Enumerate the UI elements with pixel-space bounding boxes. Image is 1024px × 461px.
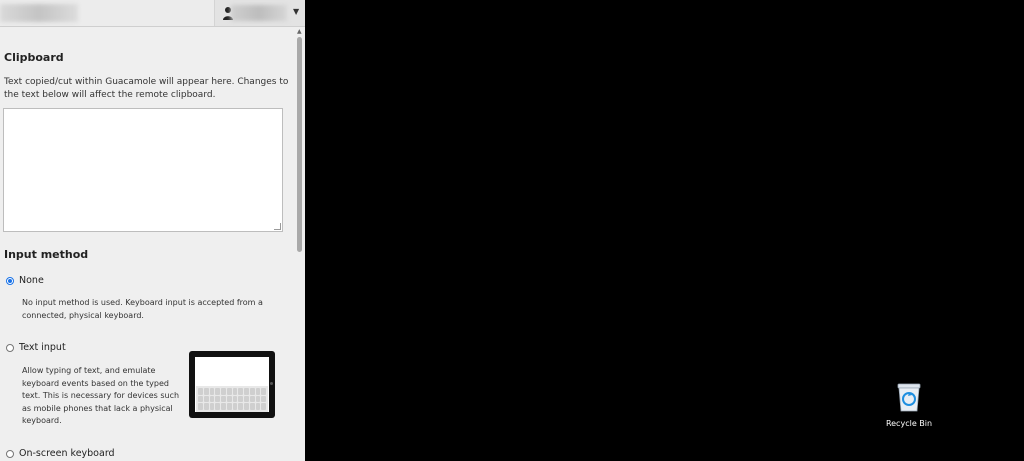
guacamole-menu: ▼ Clipboard Text copied/cut within Guaca… xyxy=(0,0,305,461)
recycle-bin-icon xyxy=(897,383,921,412)
resize-grip-icon[interactable] xyxy=(274,223,281,230)
radio-none[interactable] xyxy=(6,276,14,285)
clipboard-textarea[interactable] xyxy=(3,108,283,232)
radio-osk-label: On-screen keyboard xyxy=(19,448,115,459)
radio-text-input-label: Text input xyxy=(19,342,66,353)
scroll-up-icon[interactable]: ▲ xyxy=(297,28,302,35)
remote-desktop[interactable]: Recycle Bin xyxy=(305,0,1024,461)
none-description: No input method is used. Keyboard input … xyxy=(22,298,263,320)
clipboard-description: Text copied/cut within Guacamole will ap… xyxy=(4,77,289,100)
text-input-description: Allow typing of text, and emulate keyboa… xyxy=(22,366,180,425)
desktop-icon-recycle-bin[interactable]: Recycle Bin xyxy=(881,382,937,428)
connection-title-redacted xyxy=(0,4,78,22)
radio-on-screen-keyboard[interactable] xyxy=(6,449,14,458)
tablet-keyboard-icon xyxy=(189,351,275,418)
username-redacted xyxy=(231,5,287,21)
input-method-text-option[interactable]: Text input xyxy=(6,342,66,353)
user-menu[interactable]: ▼ xyxy=(214,0,305,26)
chevron-down-icon[interactable]: ▼ xyxy=(293,7,299,16)
menu-scrollbar[interactable]: ▲ xyxy=(296,27,305,461)
input-method-heading: Input method xyxy=(4,248,89,261)
radio-text-input[interactable] xyxy=(6,343,14,352)
input-method-osk-option[interactable]: On-screen keyboard xyxy=(6,448,115,459)
scrollbar-thumb[interactable] xyxy=(297,37,302,252)
menu-header: ▼ xyxy=(0,0,305,27)
radio-none-label: None xyxy=(19,275,44,286)
recycle-bin-label: Recycle Bin xyxy=(885,419,933,428)
clipboard-heading: Clipboard xyxy=(4,51,64,64)
input-method-none-option[interactable]: None xyxy=(6,275,44,286)
